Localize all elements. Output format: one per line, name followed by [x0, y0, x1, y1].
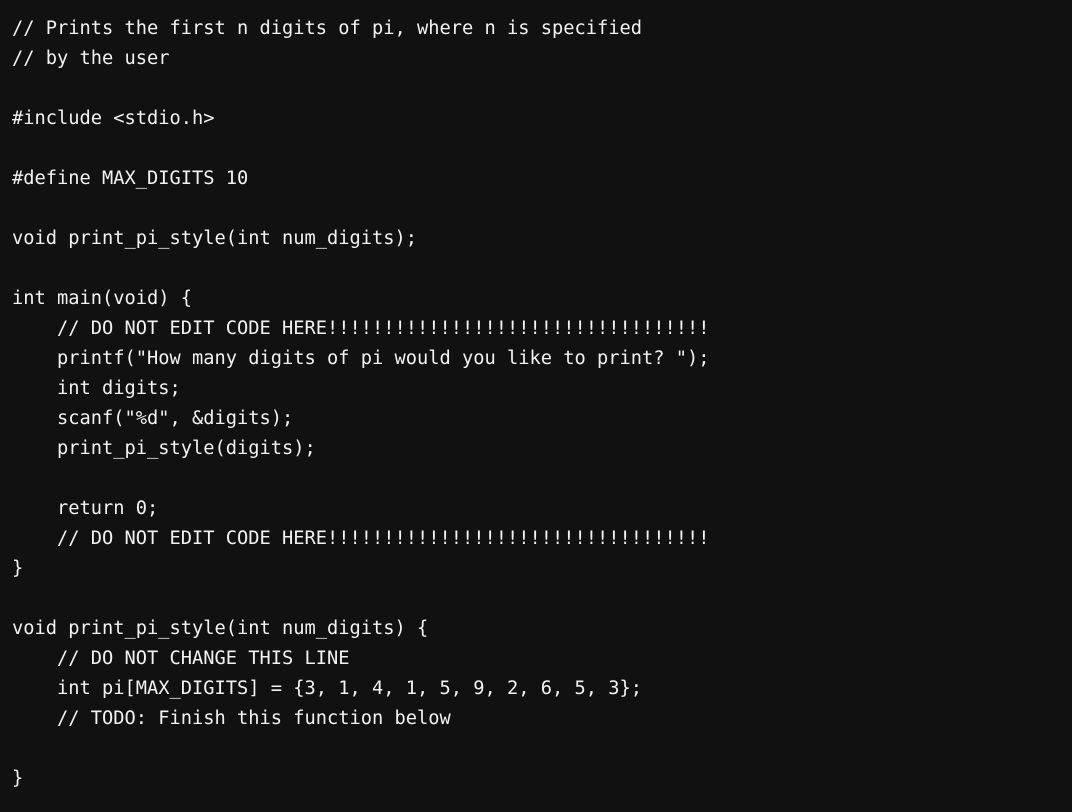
- code-editor[interactable]: // Prints the first n digits of pi, wher…: [0, 0, 1072, 812]
- code-line: printf("How many digits of pi would you …: [12, 348, 710, 369]
- code-line: // DO NOT EDIT CODE HERE!!!!!!!!!!!!!!!!…: [12, 528, 710, 549]
- code-line: // TODO: Finish this function below: [12, 708, 451, 729]
- source-code-text[interactable]: // Prints the first n digits of pi, wher…: [12, 14, 1072, 794]
- code-line: int digits;: [12, 378, 181, 399]
- code-line: // by the user: [12, 48, 170, 69]
- code-line: }: [12, 558, 24, 579]
- code-line: #define MAX_DIGITS 10: [12, 168, 249, 189]
- code-line: int pi[MAX_DIGITS] = {3, 1, 4, 1, 5, 9, …: [12, 678, 643, 699]
- code-line: // Prints the first n digits of pi, wher…: [12, 18, 643, 39]
- code-line: // DO NOT CHANGE THIS LINE: [12, 648, 350, 669]
- code-line: void print_pi_style(int num_digits) {: [12, 618, 429, 639]
- code-line: int main(void) {: [12, 288, 193, 309]
- code-line: void print_pi_style(int num_digits);: [12, 228, 418, 249]
- code-lines-container: // Prints the first n digits of pi, wher…: [12, 14, 1072, 794]
- code-line: #include <stdio.h>: [12, 108, 215, 129]
- code-line: }: [12, 768, 24, 789]
- code-line: scanf("%d", &digits);: [12, 408, 294, 429]
- code-line: print_pi_style(digits);: [12, 438, 316, 459]
- code-line: return 0;: [12, 498, 159, 519]
- code-line: // DO NOT EDIT CODE HERE!!!!!!!!!!!!!!!!…: [12, 318, 710, 339]
